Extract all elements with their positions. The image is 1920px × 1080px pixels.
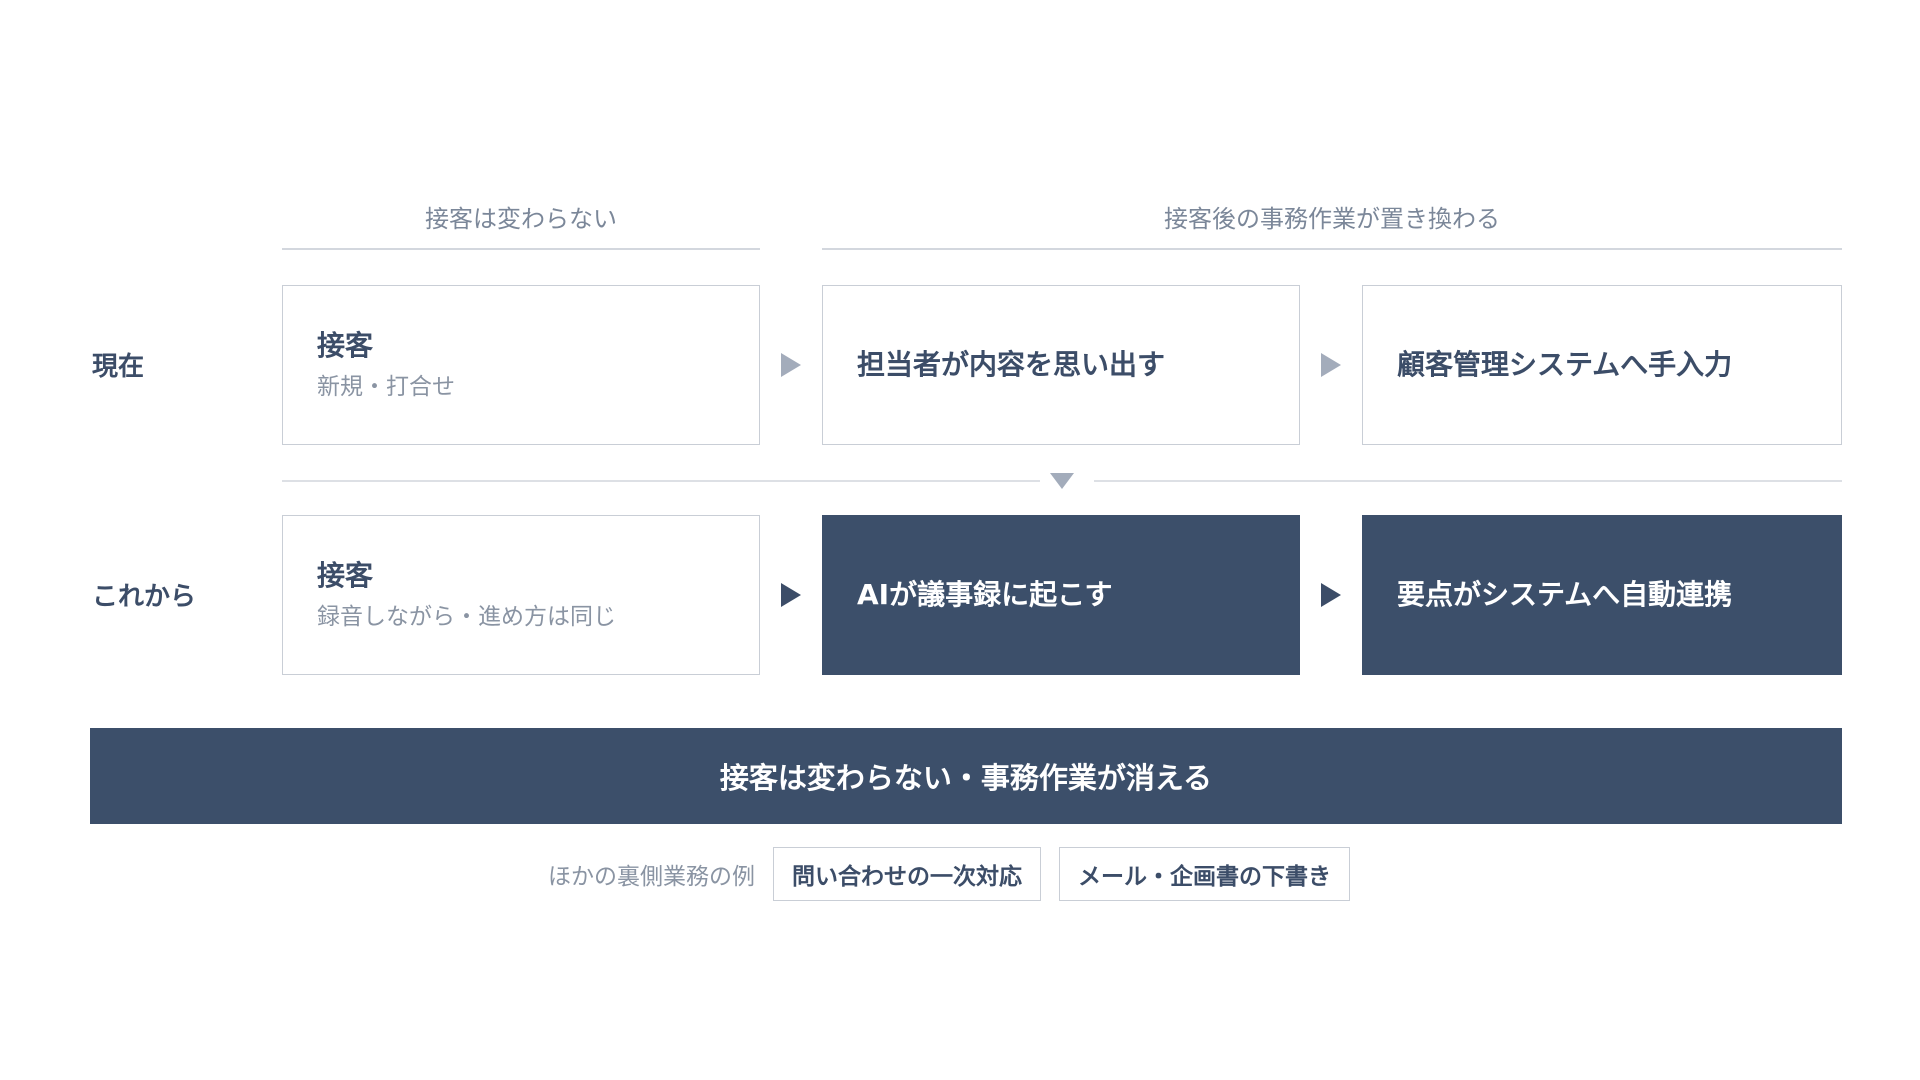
example-chip-inquiry: 問い合わせの一次対応	[773, 847, 1041, 901]
current-step2-title: 担当者が内容を思い出す	[857, 348, 1166, 381]
current-step-customer-service: 接客 新規・打合せ	[282, 285, 760, 445]
other-examples: ほかの裏側業務の例 問い合わせの一次対応 メール・企画書の下書き	[548, 847, 1350, 901]
current-step-manual-entry: 顧客管理システムへ手入力	[1362, 285, 1842, 445]
current-step1-title: 接客	[317, 329, 374, 362]
future-step-customer-service: 接客 録音しながら・進め方は同じ	[282, 515, 760, 675]
left-group-label: 接客は変わらない	[425, 205, 617, 233]
future-row-label: これから	[92, 582, 197, 612]
examples-label: ほかの裏側業務の例	[548, 864, 755, 890]
current-arrow-2-icon	[1321, 353, 1341, 377]
future-arrow-2-icon	[1321, 583, 1341, 607]
future-step2-title: AIが議事録に起こす	[857, 578, 1113, 611]
future-step-ai-minutes: AIが議事録に起こす	[822, 515, 1300, 675]
future-step-auto-sync: 要点がシステムへ自動連携	[1362, 515, 1842, 675]
current-step3-title: 顧客管理システムへ手入力	[1397, 348, 1733, 381]
current-step1-sub: 新規・打合せ	[317, 374, 455, 400]
future-step1-title: 接客	[317, 559, 374, 592]
row-divider-left	[282, 480, 1040, 482]
current-step-recall: 担当者が内容を思い出す	[822, 285, 1300, 445]
row-divider-right	[1094, 480, 1842, 482]
future-step1-sub: 録音しながら・進め方は同じ	[317, 604, 616, 630]
future-step3-title: 要点がシステムへ自動連携	[1397, 578, 1733, 611]
current-row-label: 現在	[92, 352, 145, 382]
down-arrow-icon	[1050, 473, 1074, 489]
example-chip-drafting: メール・企画書の下書き	[1059, 847, 1350, 901]
right-group-rule	[822, 248, 1842, 250]
summary-banner: 接客は変わらない・事務作業が消える	[90, 728, 1842, 824]
left-group-rule	[282, 248, 760, 250]
right-group-label: 接客後の事務作業が置き換わる	[1164, 205, 1500, 233]
future-arrow-1-icon	[781, 583, 801, 607]
current-arrow-1-icon	[781, 353, 801, 377]
